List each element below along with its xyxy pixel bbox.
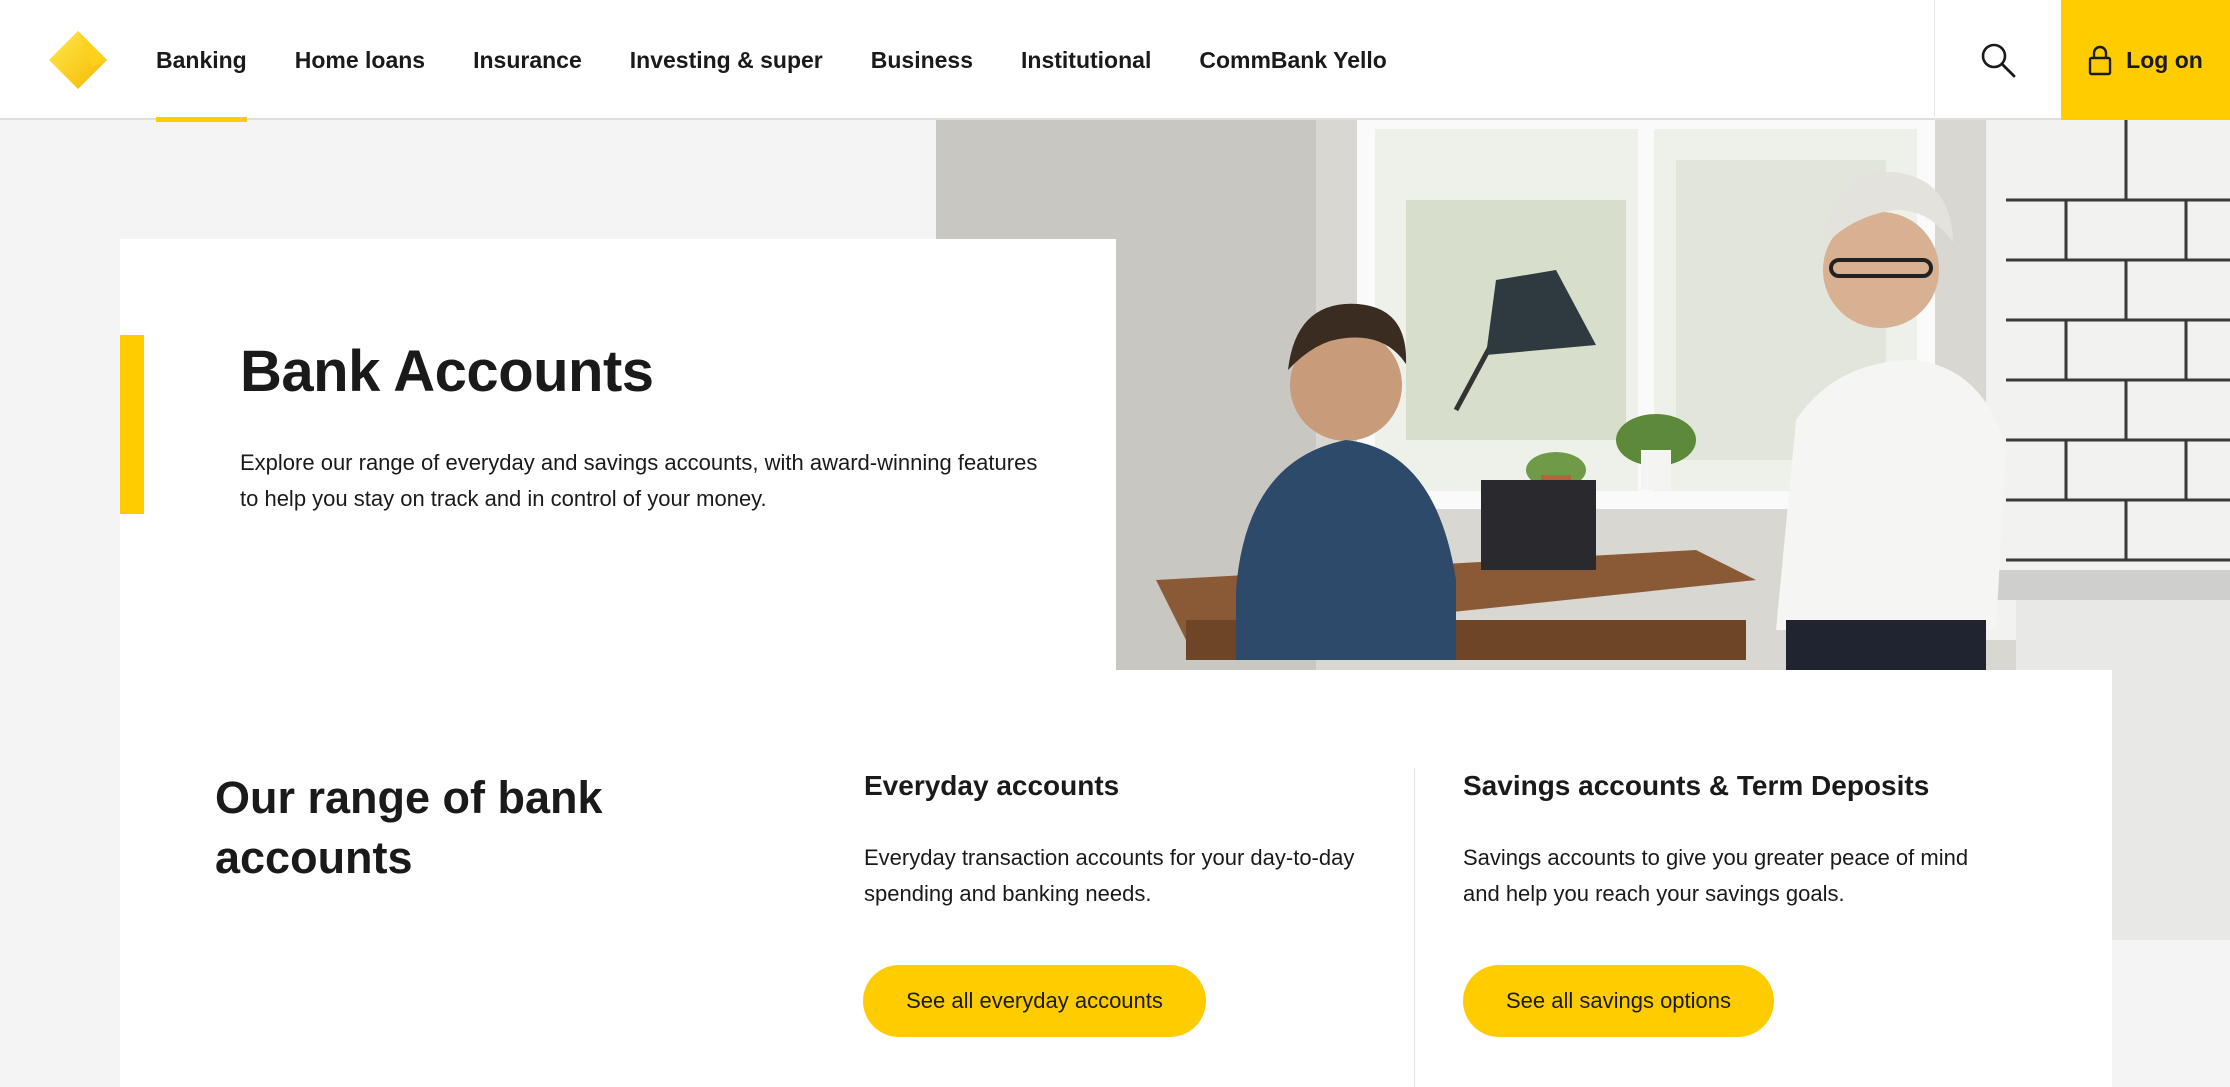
savings-title: Savings accounts & Term Deposits (1463, 770, 1930, 801)
log-on-label: Log on (2126, 46, 2203, 73)
lock-icon (2088, 45, 2112, 76)
everyday-title: Everyday accounts (864, 770, 1120, 801)
savings-description: Savings accounts to give you greater pea… (1463, 845, 1969, 906)
page-title: Bank Accounts (240, 339, 654, 404)
nav-investing-super[interactable]: Investing & super (630, 0, 823, 120)
nav-insurance[interactable]: Insurance (473, 0, 582, 120)
nav-banking[interactable]: Banking (156, 0, 247, 122)
commbank-logo-icon[interactable] (47, 29, 109, 91)
everyday-column: Everyday accounts Everyday transaction a… (864, 770, 1404, 912)
nav-business[interactable]: Business (871, 0, 973, 120)
nav-home-loans[interactable]: Home loans (295, 0, 425, 120)
search-icon (1981, 43, 2016, 78)
savings-column: Savings accounts & Term Deposits Savings… (1463, 770, 2003, 912)
everyday-description: Everyday transaction accounts for your d… (864, 845, 1355, 906)
see-everyday-accounts-button[interactable]: See all everyday accounts (863, 965, 1206, 1037)
range-title: Our range of bank accounts (215, 772, 603, 883)
see-savings-options-button[interactable]: See all savings options (1463, 965, 1774, 1037)
nav-commbank-yello[interactable]: CommBank Yello (1199, 0, 1386, 120)
main-nav: Banking Home loans Insurance Investing &… (156, 0, 1435, 122)
search-button[interactable] (1934, 0, 2061, 120)
hero-accent-bar (120, 335, 144, 514)
hero-description: Explore our range of everyday and saving… (240, 450, 1038, 511)
site-header: Banking Home loans Insurance Investing &… (0, 0, 2230, 122)
column-divider (1414, 768, 1415, 1087)
log-on-button[interactable]: Log on (2061, 0, 2230, 120)
nav-institutional[interactable]: Institutional (1021, 0, 1151, 120)
